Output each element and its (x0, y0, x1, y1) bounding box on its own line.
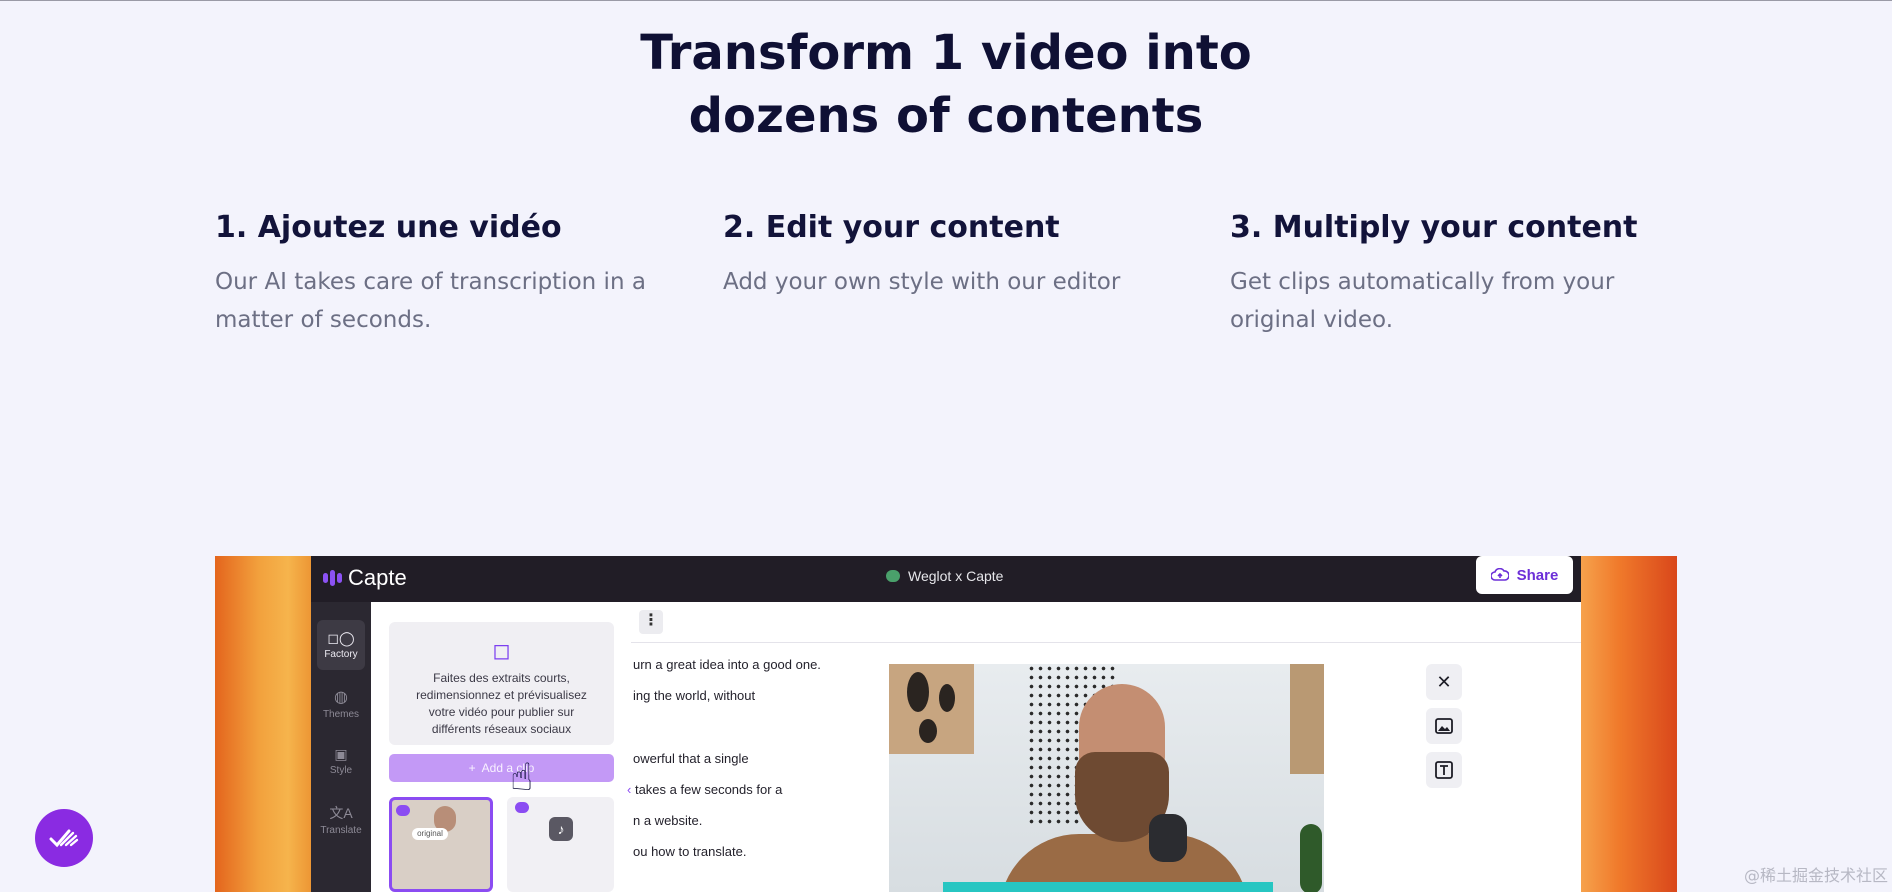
add-clip-button[interactable]: + Add a clip (389, 754, 614, 782)
shapes-icon: ◻◯ (327, 630, 355, 646)
app-logo[interactable]: Capte (323, 563, 407, 593)
watermark: @稀土掘金技术社区 (1743, 866, 1888, 885)
capte-app-window: Capte Weglot x Capte Share ◻◯ Factory ◍ (311, 556, 1581, 892)
video-preview[interactable] (889, 664, 1324, 892)
project-name[interactable]: Weglot x Capte (886, 568, 1003, 584)
step-3: 3. Multiply your content Get clips autom… (1230, 205, 1670, 339)
cloud-upload-icon (1490, 568, 1509, 581)
image-icon[interactable] (1426, 708, 1462, 744)
step-2: 2. Edit your content Add your own style … (723, 205, 1163, 301)
close-icon[interactable]: ✕ (1426, 664, 1462, 700)
video-tools: ✕ (1426, 664, 1462, 796)
share-label: Share (1516, 566, 1559, 584)
transcript-line: n a website. (633, 813, 703, 828)
step-3-title: 3. Multiply your content (1230, 210, 1638, 245)
rail-factory[interactable]: ◻◯ Factory (317, 620, 365, 670)
step-2-text: Add your own style with our editor (723, 269, 1121, 295)
rail-themes[interactable]: ◍ Themes (317, 678, 365, 728)
acoustic-panel (889, 664, 974, 754)
tiktok-icon: ♪ (549, 817, 573, 841)
text-box-icon[interactable] (1426, 752, 1462, 788)
plus-icon: + (468, 761, 476, 775)
app-logo-text: Capte (348, 565, 407, 590)
microphone (1149, 814, 1187, 862)
editor-toolbar: ⋮ (631, 602, 1581, 643)
original-badge: original (412, 828, 448, 840)
project-name-label: Weglot x Capte (908, 568, 1004, 584)
heading-line-1: Transform 1 video into (640, 25, 1252, 81)
top-border (0, 0, 1892, 1)
tool-rail: ◻◯ Factory ◍ Themes ▣ Style 文A Translate (311, 602, 371, 892)
hand-cursor-icon: ☝ (510, 757, 534, 799)
acoustic-panel (1290, 664, 1324, 774)
rail-themes-label: Themes (322, 708, 360, 720)
share-button[interactable]: Share (1476, 556, 1573, 594)
rail-style[interactable]: ▣ Style (317, 736, 365, 786)
translate-icon: 文A (329, 804, 353, 821)
app-titlebar: Capte Weglot x Capte Share (311, 556, 1581, 602)
step-3-text: Get clips automatically from your origin… (1230, 269, 1615, 333)
section-heading: Transform 1 video into dozens of content… (0, 22, 1892, 148)
step-1-text: Our AI takes care of transcription in a … (215, 269, 646, 333)
plant (1300, 824, 1322, 892)
transcript-line: owerful that a single (633, 751, 749, 766)
factory-panel: ◻ Faites des extraits courts, redimensio… (371, 602, 631, 892)
transcript-line: ‹ takes a few seconds for a (627, 782, 783, 797)
factory-card-text: Faites des extraits courts, redimensionn… (416, 671, 587, 736)
chat-widget-button[interactable] (35, 809, 93, 867)
factory-info-card: ◻ Faites des extraits courts, redimensio… (389, 622, 614, 745)
rail-translate-label: Translate (320, 824, 362, 836)
cloud-icon (886, 570, 900, 582)
rail-translate[interactable]: 文A Translate (317, 794, 365, 844)
shapes-icon: ◻ (492, 638, 511, 663)
clip-marker (515, 802, 529, 813)
capte-logo-icon (323, 570, 342, 586)
transcript-line: urn a great idea into a good one. (633, 657, 821, 672)
subtitle-caption (943, 882, 1273, 892)
transcript-line: ou how to translate. (633, 844, 747, 859)
more-options-icon[interactable]: ⋮ (639, 610, 663, 634)
palette-icon: ◍ (334, 688, 348, 706)
clip-marker (396, 805, 410, 816)
transcript-line: ing the world, without (633, 688, 756, 703)
rail-factory-label: Factory (324, 649, 358, 660)
heading-line-2: dozens of contents (688, 88, 1204, 144)
checkmarks-icon (49, 829, 79, 848)
step-2-title: 2. Edit your content (723, 210, 1060, 245)
text-style-icon: ▣ (334, 746, 348, 762)
step-1: 1. Ajoutez une vidéo Our AI takes care o… (215, 205, 655, 339)
rail-style-label: Style (329, 765, 353, 776)
product-demo-video[interactable]: Capte Weglot x Capte Share ◻◯ Factory ◍ (215, 556, 1677, 892)
step-1-title: 1. Ajoutez une vidéo (215, 210, 562, 245)
